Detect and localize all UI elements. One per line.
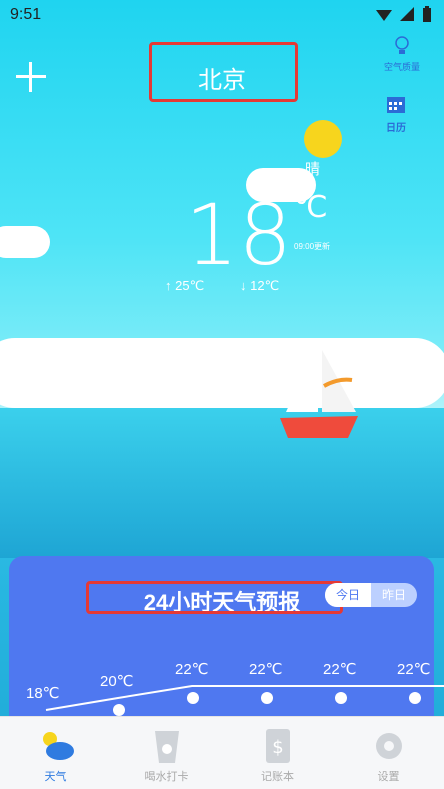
forecast-point-label: 22℃ xyxy=(175,661,209,678)
ledger-icon: $ xyxy=(265,729,290,763)
current-temperature: 18 xyxy=(185,186,292,284)
nav-settings-label: 设置 xyxy=(377,771,400,783)
status-time: 9:51 xyxy=(10,6,42,23)
sea xyxy=(0,408,444,558)
forecast-point-label: 18℃ xyxy=(26,685,60,702)
forecast-point-label: 22℃ xyxy=(397,661,431,678)
nav-ledger-label: 记账本 xyxy=(261,771,294,783)
forecast-point-label: 22℃ xyxy=(323,661,357,678)
tab-today[interactable]: 今日 xyxy=(325,583,371,607)
forecast-point-label: 20℃ xyxy=(100,673,134,690)
nav-water[interactable]: 喝水打卡 xyxy=(111,717,222,789)
calendar-label: 日历 xyxy=(386,123,406,134)
bulb-icon xyxy=(395,36,409,54)
city-highlight-box xyxy=(149,42,298,102)
air-quality-button[interactable]: 空气质量 xyxy=(382,36,422,73)
svg-text:$: $ xyxy=(272,737,283,758)
forecast-point-label: 22℃ xyxy=(249,661,283,678)
weather-icon xyxy=(42,732,74,760)
forecast-point-dot xyxy=(335,692,347,704)
calendar-button[interactable]: 日历 xyxy=(376,94,416,134)
forecast-point-dot xyxy=(409,692,421,704)
water-cup-icon xyxy=(154,731,179,763)
high-temperature: ↑ 25℃ xyxy=(165,278,205,293)
calendar-icon xyxy=(387,97,405,113)
forecast-title-highlight-box xyxy=(86,581,343,614)
status-bar: 9:51 xyxy=(0,0,444,30)
sailboat-icon xyxy=(280,342,358,438)
gear-icon xyxy=(375,733,402,759)
cloud-bank xyxy=(0,338,444,408)
nav-weather[interactable]: 天气 xyxy=(0,717,111,789)
forecast-line xyxy=(45,685,444,711)
nav-water-label: 喝水打卡 xyxy=(144,771,189,783)
wifi-icon xyxy=(376,10,392,21)
forecast-point-dot xyxy=(187,692,199,704)
update-time: 09:00更新 xyxy=(294,242,331,251)
day-toggle[interactable]: 今日 昨日 xyxy=(325,583,417,607)
nav-settings[interactable]: 设置 xyxy=(333,717,444,789)
forecast-point-dot xyxy=(113,704,125,716)
temperature-unit: ℃ xyxy=(294,191,328,224)
bottom-nav: 天气 喝水打卡 $ 记账本 设置 xyxy=(0,716,444,789)
low-temperature: ↓ 12℃ xyxy=(240,278,280,293)
forecast-point-dot xyxy=(261,692,273,704)
nav-ledger[interactable]: $ 记账本 xyxy=(222,717,333,789)
battery-icon xyxy=(423,6,431,22)
air-quality-label: 空气质量 xyxy=(383,62,420,72)
tab-yesterday[interactable]: 昨日 xyxy=(371,583,417,607)
nav-weather-label: 天气 xyxy=(44,771,67,783)
cloud-left xyxy=(0,226,50,258)
weather-condition: 晴 xyxy=(305,161,321,178)
signal-icon xyxy=(400,7,414,21)
sun-icon xyxy=(304,120,342,158)
